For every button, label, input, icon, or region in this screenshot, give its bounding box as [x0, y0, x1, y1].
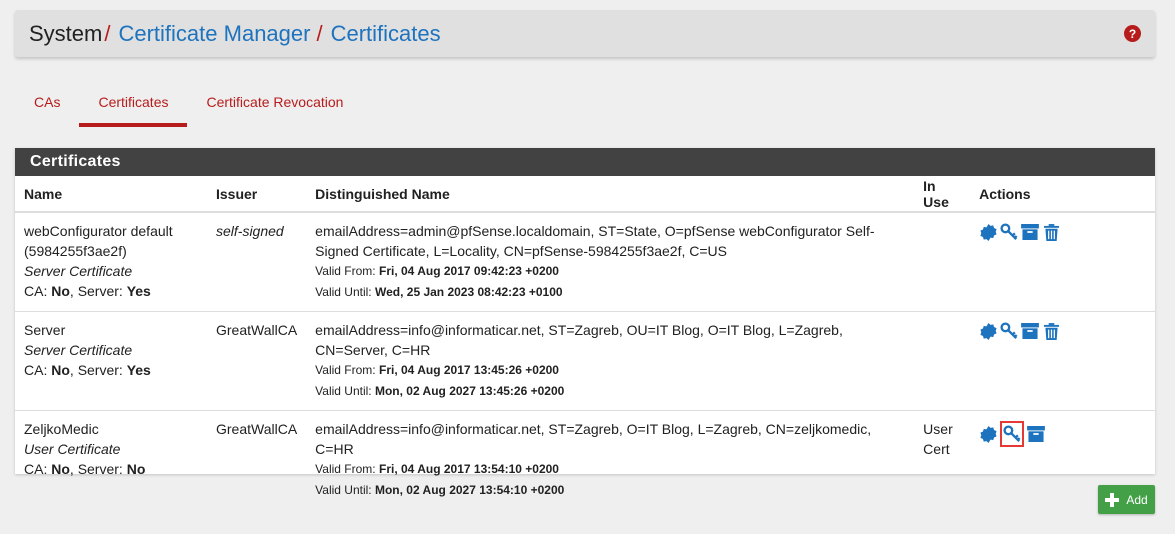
cert-name: webConfigurator default (5984255f3ae2f): [24, 223, 173, 259]
header-name: Name: [15, 176, 207, 213]
certificate-icon[interactable]: [979, 223, 997, 241]
certificates-table: Name Issuer Distinguished Name In Use Ac…: [15, 176, 1155, 509]
plus-icon: [1105, 492, 1120, 507]
table-row: webConfigurator default (5984255f3ae2f) …: [15, 211, 1155, 312]
cert-issuer: GreatWallCA: [207, 311, 307, 411]
cert-type: Server Certificate: [24, 342, 133, 358]
cert-issuer: GreatWallCA: [207, 410, 307, 509]
cert-name: ZeljkoMedic: [24, 421, 99, 437]
tab-cas[interactable]: CAs: [15, 80, 79, 127]
table-row: Server Server Certificate CA: No, Server…: [15, 311, 1155, 411]
page-header: System / Certificate Manager / Certifica…: [15, 10, 1155, 57]
trash-icon[interactable]: [1042, 322, 1060, 340]
cert-actions: [970, 311, 1155, 411]
certificate-icon[interactable]: [979, 425, 997, 443]
cert-in-use: [914, 211, 971, 312]
header-actions: Actions: [970, 176, 1155, 213]
breadcrumb-certificates[interactable]: Certificates: [331, 21, 441, 47]
cert-dn-cell: emailAddress=admin@pfSense.localdomain, …: [306, 211, 915, 312]
table-row: ZeljkoMedic User Certificate CA: No, Ser…: [15, 410, 1155, 509]
archive-icon[interactable]: [1021, 223, 1040, 241]
certificates-panel: Certificates Name Issuer Distinguished N…: [15, 148, 1155, 509]
cert-valid-until: Valid Until: Mon, 02 Aug 2027 13:45:26 +…: [315, 384, 565, 398]
cert-issuer: self-signed: [207, 211, 307, 312]
cert-actions: [970, 211, 1155, 312]
breadcrumb-separator: /: [104, 20, 111, 46]
header-dn: Distinguished Name: [306, 176, 915, 213]
cert-dn: emailAddress=info@informaticar.net, ST=Z…: [315, 322, 843, 358]
cert-name: Server: [24, 322, 66, 338]
panel-title: Certificates: [15, 148, 1155, 176]
breadcrumb-system: System: [29, 20, 103, 46]
key-icon[interactable]: [1000, 322, 1018, 340]
cert-valid-until: Valid Until: Wed, 25 Jan 2023 08:42:23 +…: [315, 285, 563, 299]
add-button[interactable]: Add: [1098, 485, 1155, 514]
archive-icon[interactable]: [1027, 425, 1046, 443]
breadcrumb-separator: /: [316, 20, 323, 46]
breadcrumb: System / Certificate Manager / Certifica…: [29, 21, 441, 47]
tab-certificates[interactable]: Certificates: [79, 80, 188, 127]
cert-name-cell: Server Server Certificate CA: No, Server…: [15, 311, 207, 411]
cert-dn-cell: emailAddress=info@informaticar.net, ST=Z…: [306, 311, 915, 411]
header-issuer: Issuer: [207, 176, 307, 213]
cert-valid-from: Valid From: Fri, 04 Aug 2017 13:45:26 +0…: [315, 363, 559, 377]
cert-in-use: [914, 311, 971, 411]
cert-valid-until: Valid Until: Mon, 02 Aug 2027 13:54:10 +…: [315, 483, 565, 497]
add-button-label: Add: [1126, 492, 1148, 507]
cert-name-cell: ZeljkoMedic User Certificate CA: No, Ser…: [15, 410, 207, 509]
key-icon[interactable]: [1000, 223, 1018, 241]
cert-dn: emailAddress=info@informaticar.net, ST=Z…: [315, 421, 872, 457]
tab-certificate-revocation[interactable]: Certificate Revocation: [187, 80, 362, 127]
trash-icon[interactable]: [1042, 223, 1060, 241]
cert-flags: CA: No, Server: Yes: [24, 362, 151, 378]
cert-in-use: User Cert: [914, 410, 971, 509]
archive-icon[interactable]: [1021, 322, 1040, 340]
certificate-icon[interactable]: [979, 322, 997, 340]
cert-dn-cell: emailAddress=info@informaticar.net, ST=Z…: [306, 410, 915, 509]
cert-dn: emailAddress=admin@pfSense.localdomain, …: [315, 223, 875, 259]
cert-flags: CA: No, Server: Yes: [24, 283, 151, 299]
cert-valid-from: Valid From: Fri, 04 Aug 2017 13:54:10 +0…: [315, 462, 559, 476]
header-in-use: In Use: [914, 176, 971, 213]
cert-valid-from: Valid From: Fri, 04 Aug 2017 09:42:23 +0…: [315, 264, 559, 278]
cert-flags: CA: No, Server: No: [24, 461, 146, 477]
key-icon[interactable]: [1000, 421, 1025, 447]
cert-type: Server Certificate: [24, 263, 133, 279]
cert-name-cell: webConfigurator default (5984255f3ae2f) …: [15, 211, 207, 312]
tab-bar: CAs Certificates Certificate Revocation: [15, 80, 362, 127]
breadcrumb-certificate-manager[interactable]: Certificate Manager: [118, 21, 310, 47]
help-icon[interactable]: ?: [1124, 25, 1141, 42]
cert-type: User Certificate: [24, 441, 121, 457]
